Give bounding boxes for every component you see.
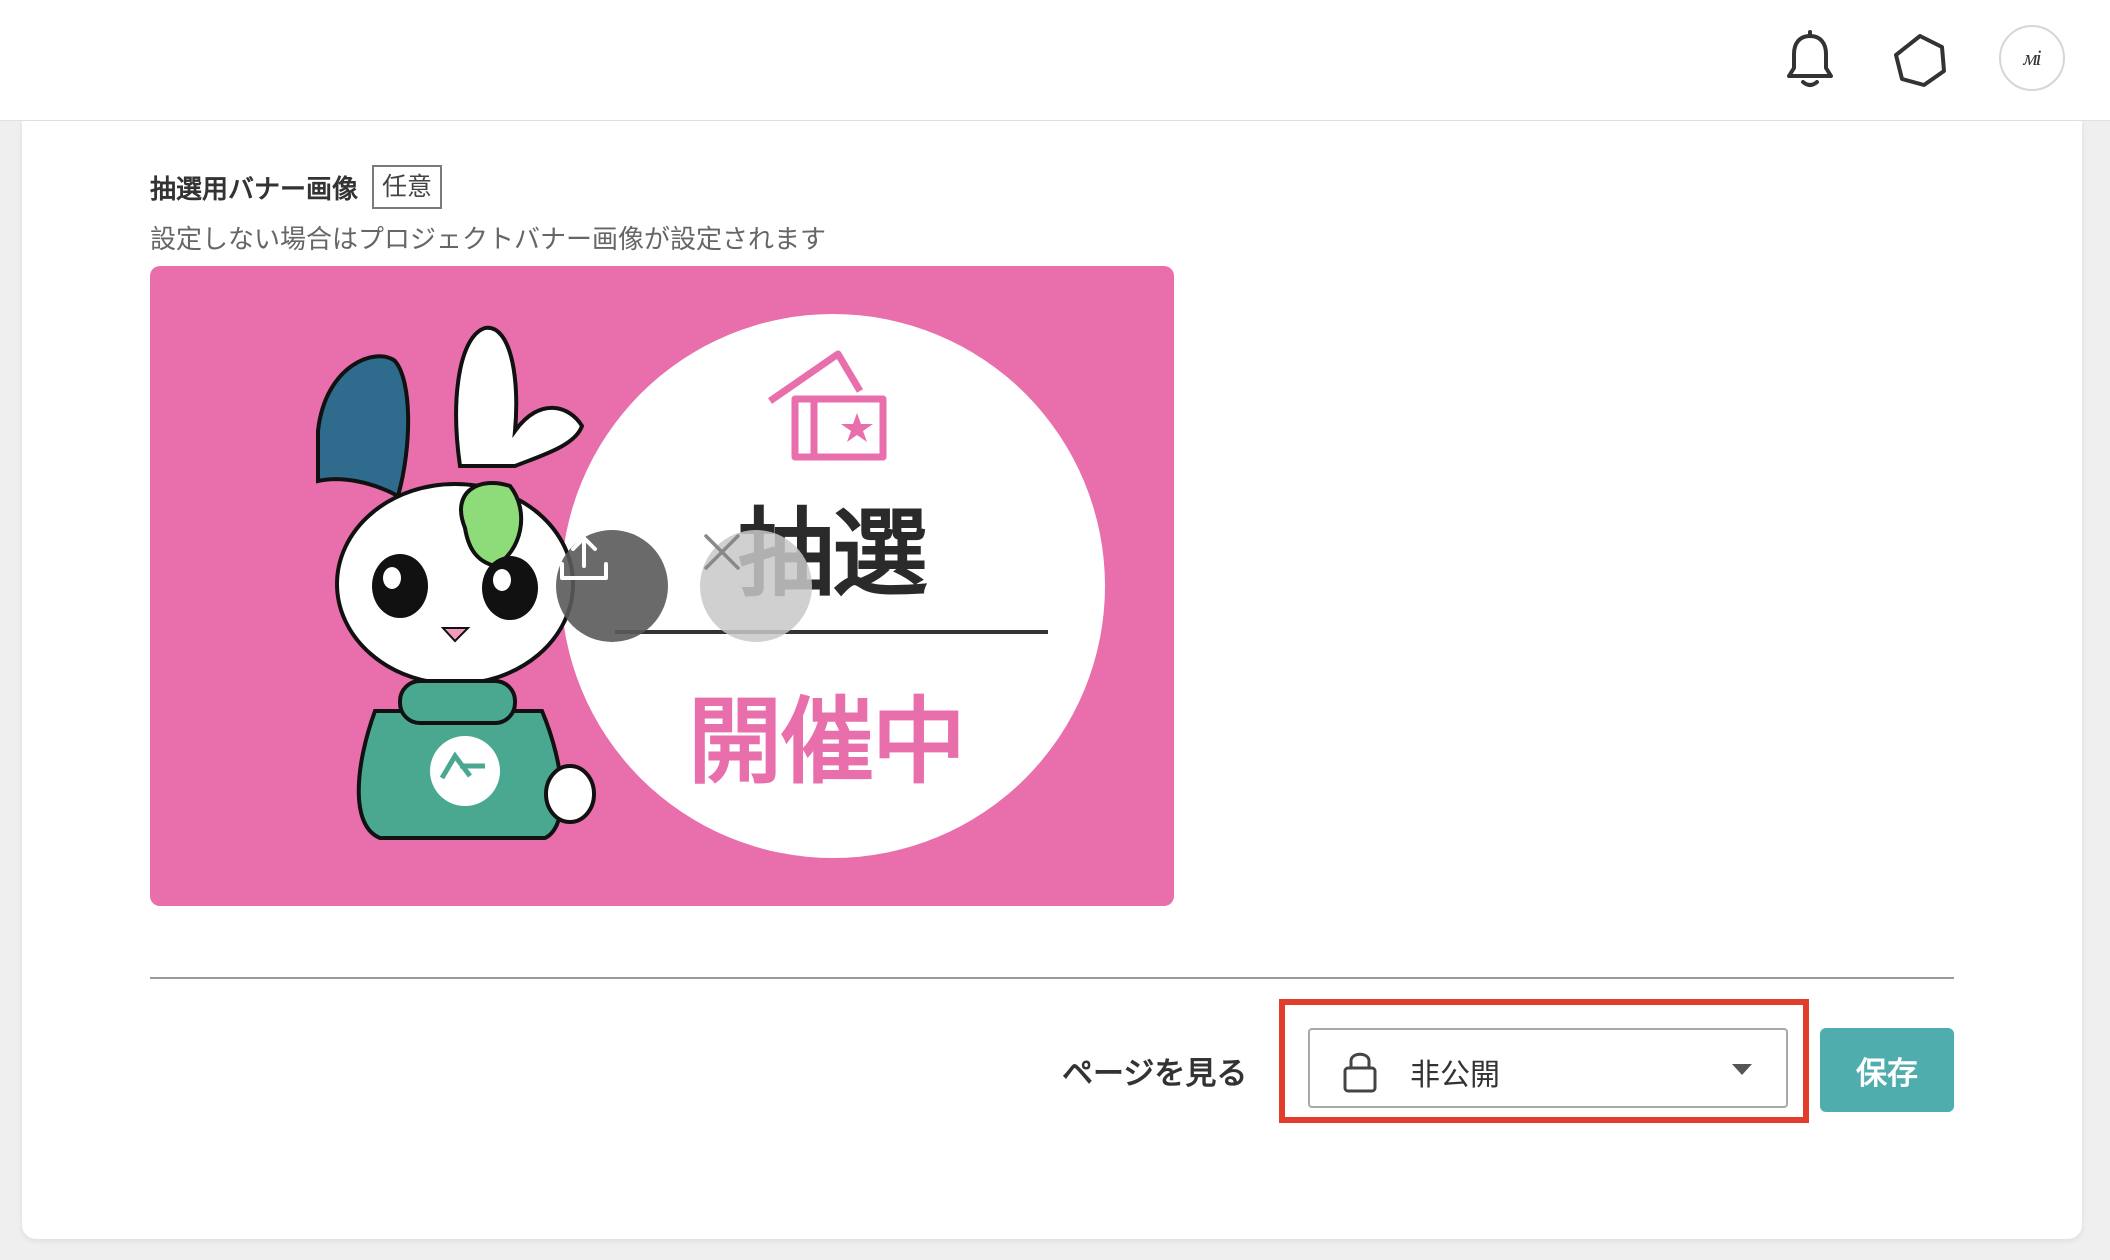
avatar[interactable]: ᴍi <box>1999 25 2065 91</box>
banner-text-bottom: 開催中 <box>688 688 966 797</box>
settings-card: 抽選用バナー画像 任意 設定しない場合はプロジェクトバナー画像が設定されます 抽… <box>22 121 2082 1239</box>
close-icon <box>704 534 740 570</box>
view-page-label: ページを見る <box>1062 1056 1248 1092</box>
upload-icon <box>560 536 608 580</box>
field-description: 設定しない場合はプロジェクトバナー画像が設定されます <box>150 225 827 255</box>
field-title: 抽選用バナー画像 <box>150 174 359 205</box>
delete-image-button[interactable] <box>700 530 812 642</box>
save-button[interactable]: 保存 <box>1820 1028 1954 1112</box>
notification-button[interactable] <box>1772 22 1848 98</box>
lock-icon <box>1343 1052 1377 1093</box>
bell-icon <box>1787 30 1833 87</box>
upload-image-button[interactable] <box>556 530 668 642</box>
divider <box>150 977 1954 979</box>
visibility-value: 非公開 <box>1410 1058 1500 1093</box>
chevron-down-icon <box>1732 1064 1752 1075</box>
banner-field-label: 抽選用バナー画像 任意 <box>150 165 443 209</box>
visibility-select[interactable]: 非公開 <box>1308 1028 1788 1108</box>
hexagon-icon <box>1894 34 1946 87</box>
settings-button[interactable] <box>1882 22 1958 98</box>
top-bar: ᴍi <box>0 0 2110 121</box>
banner-image[interactable]: 抽選 開催中 <box>150 266 1174 906</box>
optional-badge: 任意 <box>372 165 443 209</box>
